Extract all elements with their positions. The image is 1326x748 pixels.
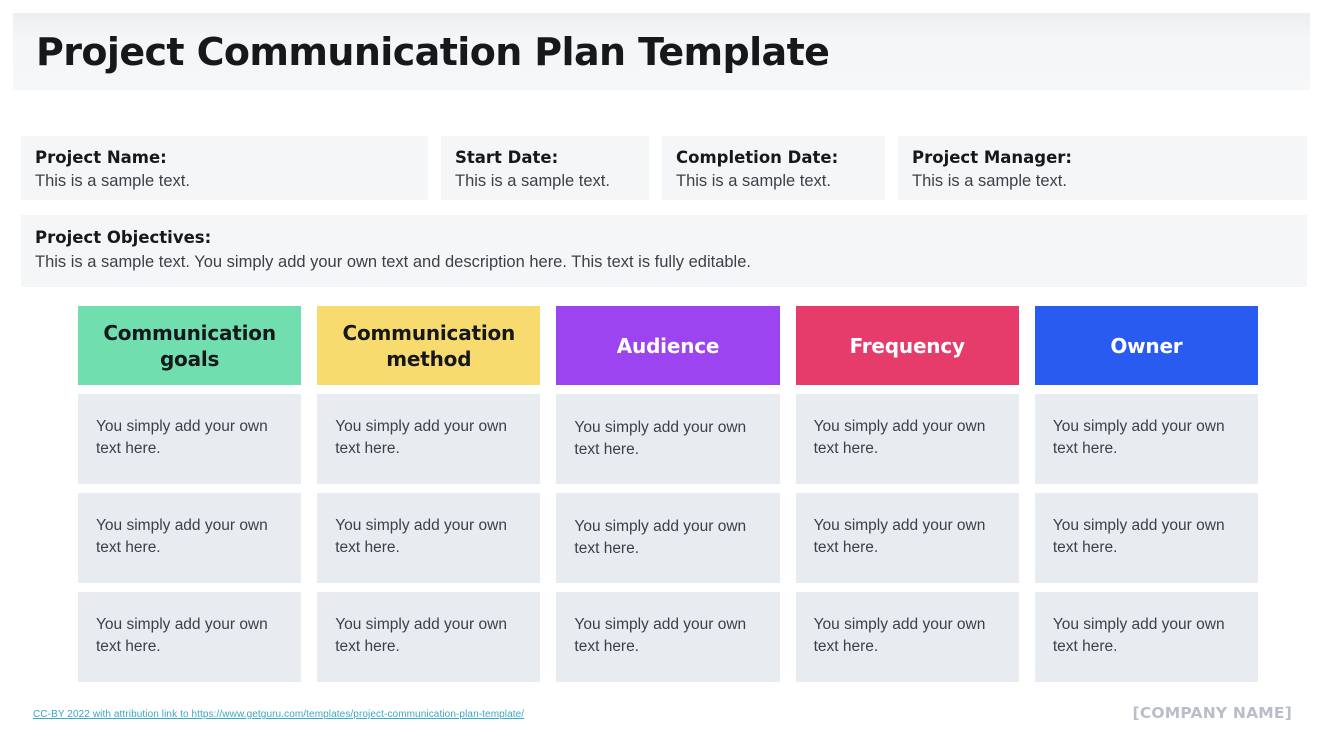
title-band: Project Communication Plan Template	[13, 13, 1310, 90]
matrix-header-row: Communication goals Communication method…	[78, 306, 1259, 385]
attribution-link[interactable]: CC-BY 2022 with attribution link to http…	[33, 709, 524, 720]
column-header-label: Communication method	[342, 320, 516, 371]
project-objectives-box[interactable]: Project Objectives: This is a sample tex…	[21, 215, 1307, 287]
table-cell[interactable]: You simply add your own text here.	[78, 394, 302, 484]
info-field-completion-date[interactable]: Completion Date: This is a sample text.	[662, 136, 885, 200]
table-cell[interactable]: You simply add your own text here.	[1034, 394, 1259, 484]
info-value[interactable]: This is a sample text.	[912, 170, 1293, 193]
table-cell[interactable]: You simply add your own text here.	[1034, 493, 1259, 583]
company-name-placeholder: [COMPANY NAME]	[1132, 704, 1292, 722]
column-header-audience: Audience	[556, 306, 780, 385]
info-value[interactable]: This is a sample text.	[35, 170, 414, 193]
table-cell[interactable]: You simply add your own text here.	[1034, 592, 1259, 682]
objectives-label: Project Objectives:	[35, 228, 212, 247]
column-header-communication-goals: Communication goals	[78, 306, 302, 385]
column-header-communication-method: Communication method	[317, 306, 541, 385]
table-row: You simply add your own text here. You s…	[78, 592, 1259, 682]
table-cell[interactable]: You simply add your own text here.	[795, 592, 1019, 682]
table-cell[interactable]: You simply add your own text here.	[556, 493, 780, 583]
column-header-label: Communication goals	[103, 320, 276, 371]
column-header-owner: Owner	[1034, 306, 1259, 385]
info-field-project-manager[interactable]: Project Manager: This is a sample text.	[898, 136, 1307, 200]
info-value[interactable]: This is a sample text.	[455, 170, 635, 193]
info-label: Start Date:	[455, 148, 559, 167]
communication-matrix: Communication goals Communication method…	[78, 306, 1259, 682]
table-cell[interactable]: You simply add your own text here.	[795, 493, 1019, 583]
info-value[interactable]: This is a sample text.	[676, 170, 871, 193]
table-cell[interactable]: You simply add your own text here.	[317, 493, 541, 583]
column-header-frequency: Frequency	[795, 306, 1019, 385]
info-label: Project Manager:	[912, 148, 1072, 167]
column-header-label: Owner	[1110, 333, 1183, 358]
table-row: You simply add your own text here. You s…	[78, 394, 1259, 484]
table-cell[interactable]: You simply add your own text here.	[78, 493, 302, 583]
page-title: Project Communication Plan Template	[36, 29, 830, 74]
table-cell[interactable]: You simply add your own text here.	[317, 592, 541, 682]
table-cell[interactable]: You simply add your own text here.	[78, 592, 302, 682]
document-page: Project Communication Plan Template Proj…	[0, 0, 1326, 748]
info-field-start-date[interactable]: Start Date: This is a sample text.	[441, 136, 649, 200]
table-cell[interactable]: You simply add your own text here.	[556, 394, 780, 484]
objectives-value[interactable]: This is a sample text. You simply add yo…	[35, 251, 1293, 274]
table-cell[interactable]: You simply add your own text here.	[795, 394, 1019, 484]
table-cell[interactable]: You simply add your own text here.	[317, 394, 541, 484]
table-cell[interactable]: You simply add your own text here.	[556, 592, 780, 682]
table-row: You simply add your own text here. You s…	[78, 493, 1259, 583]
info-label: Project Name:	[35, 148, 167, 167]
column-header-label: Audience	[616, 333, 720, 358]
info-label: Completion Date:	[676, 148, 839, 167]
column-header-label: Frequency	[849, 333, 965, 358]
info-field-project-name[interactable]: Project Name: This is a sample text.	[21, 136, 428, 200]
project-info-row: Project Name: This is a sample text. Sta…	[21, 136, 1307, 200]
